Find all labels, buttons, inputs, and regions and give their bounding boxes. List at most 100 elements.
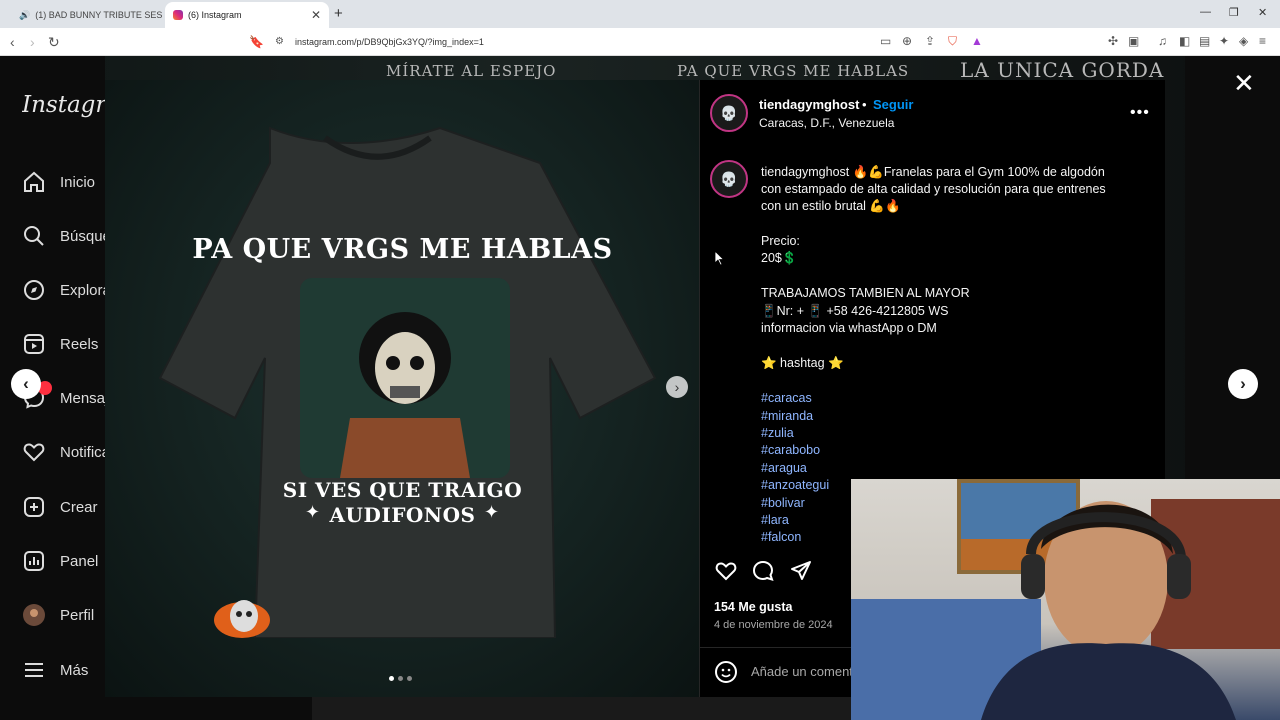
- hashtag-link[interactable]: #falcon: [761, 529, 801, 546]
- hashtag-link[interactable]: #aragua: [761, 460, 807, 477]
- close-tab-icon[interactable]: ✕: [311, 8, 321, 22]
- extensions-icon[interactable]: ✣: [1108, 34, 1118, 48]
- caption-avatar[interactable]: 💀: [710, 160, 748, 198]
- hashtag-link[interactable]: #miranda: [761, 408, 813, 425]
- vpn-icon[interactable]: ◈: [1239, 34, 1248, 48]
- hashtag-link[interactable]: #anzoategui: [761, 477, 829, 494]
- thumbnail-strip: [312, 697, 882, 720]
- post-author-username[interactable]: tiendagymghost: [759, 97, 859, 112]
- caption-line: 20$💲: [761, 251, 798, 265]
- sidebar-item-explore[interactable]: Explorar: [22, 275, 105, 305]
- sidebar-item-reels[interactable]: Reels: [22, 329, 105, 359]
- shirt-top-text: PA QUE VRGS ME HABLAS: [192, 234, 613, 265]
- background-title: MÍRATE AL ESPEJO: [386, 62, 557, 80]
- music-icon[interactable]: ♫: [1158, 34, 1167, 48]
- close-window-icon[interactable]: ✕: [1258, 6, 1267, 19]
- next-post-button[interactable]: ›: [1228, 369, 1258, 399]
- site-info-icon[interactable]: ⚙: [275, 33, 284, 51]
- next-slide-button[interactable]: ›: [666, 376, 688, 398]
- caption-line: 📱Nr: + 📱 +58 426-4212805 WS: [761, 304, 949, 318]
- comment-icon[interactable]: [751, 559, 775, 583]
- instagram-favicon-icon: [173, 10, 183, 20]
- sidebar-item-panel[interactable]: Panel: [22, 546, 105, 576]
- mouse-cursor-icon: [715, 251, 725, 266]
- hashtag-link[interactable]: #lara: [761, 512, 789, 529]
- like-count[interactable]: 154 Me gusta: [714, 600, 793, 614]
- share-icon[interactable]: ⇪: [925, 34, 935, 48]
- slide-dot-active: [389, 676, 394, 681]
- sidebar-icon[interactable]: ◧: [1179, 34, 1190, 48]
- background-title: LA UNICA GORDA: [960, 58, 1165, 82]
- forward-icon[interactable]: ›: [30, 33, 35, 51]
- hashtag-link[interactable]: #zulia: [761, 425, 794, 442]
- tab-title: (6) Instagram: [188, 10, 242, 20]
- skull-logo-icon: 💀: [720, 104, 738, 121]
- sidebar-item-label: Panel: [60, 552, 99, 570]
- more-options-icon[interactable]: •••: [1130, 104, 1150, 122]
- post-location[interactable]: Caracas, D.F., Venezuela: [759, 116, 894, 130]
- like-heart-icon[interactable]: [714, 559, 738, 583]
- brave-rewards-icon[interactable]: ▲: [971, 34, 983, 48]
- browser-nav-bar: [0, 28, 1280, 56]
- minimize-icon[interactable]: —: [1200, 6, 1211, 18]
- emoji-icon[interactable]: [714, 660, 738, 684]
- caption-line: con estampado de alta calidad y resoluci…: [761, 182, 1106, 196]
- wallet-icon[interactable]: ▤: [1199, 34, 1210, 48]
- browser-tab-youtube[interactable]: 🔊 (1) BAD BUNNY TRIBUTE SESSION: [6, 2, 162, 28]
- back-icon[interactable]: ‹: [10, 33, 15, 51]
- profile-icon: [23, 604, 45, 626]
- caption-line: tiendagymghost 🔥💪Franelas para el Gym 10…: [761, 165, 1105, 179]
- sidebar-item-label: Notificaciones: [60, 443, 105, 461]
- sidebar-item-label: Inicio: [60, 173, 96, 191]
- share-icon[interactable]: [789, 559, 813, 583]
- leo-ai-icon[interactable]: ✦: [1219, 34, 1229, 48]
- menu-icon[interactable]: ≡: [1259, 34, 1266, 48]
- new-tab-button[interactable]: +: [334, 5, 343, 22]
- sidebar-item-profile[interactable]: Perfil: [22, 600, 105, 630]
- address-bar[interactable]: instagram.com/p/DB9QbjGx3YQ/?img_index=1: [295, 37, 484, 47]
- panel-icon: [24, 551, 44, 571]
- home-icon: [24, 171, 44, 192]
- browser-tab-instagram[interactable]: (6) Instagram ✕: [165, 2, 329, 28]
- brand-logo: [214, 600, 270, 638]
- hashtag-link[interactable]: #bolivar: [761, 495, 805, 512]
- caption-line: informacion via whastApp o DM: [761, 321, 937, 335]
- audio-icon: 🔊: [19, 9, 31, 20]
- sidebar-item-label: Explorar: [60, 281, 105, 299]
- sidebar-item-label: Mensajes: [60, 389, 105, 407]
- shirt-bottom-text: SI VES QUE TRAIGO: [282, 478, 523, 502]
- caption-line: con un estilo brutal 💪🔥: [761, 199, 901, 213]
- caption-line: Precio:: [761, 234, 800, 248]
- close-modal-icon[interactable]: ✕: [1233, 70, 1255, 96]
- hashtag-link[interactable]: #caracas: [761, 390, 812, 407]
- hashtag-link[interactable]: #carabobo: [761, 442, 820, 459]
- sidebar-item-more[interactable]: Más: [22, 655, 105, 685]
- author-avatar[interactable]: 💀: [710, 94, 748, 132]
- sidebar-item-home[interactable]: Inicio: [22, 167, 105, 197]
- sidebar-item-notifications[interactable]: Notificaciones: [22, 437, 105, 467]
- sidebar-item-label: Reels: [60, 335, 99, 353]
- skull-logo-icon: 💀: [720, 170, 738, 187]
- caption-line: ⭐ hashtag ⭐: [761, 356, 844, 370]
- sparkle-icon: ✦: [484, 502, 500, 522]
- reels-icon: [24, 334, 44, 354]
- menu-icon: [25, 663, 43, 677]
- shirt-bottom-text: AUDIFONOS: [329, 503, 476, 527]
- brave-shield-icon[interactable]: ⛉: [948, 34, 957, 49]
- bookmark-icon[interactable]: 🔖: [249, 33, 264, 51]
- cast-icon[interactable]: ▭: [880, 34, 891, 48]
- follow-button[interactable]: Seguir: [873, 97, 913, 112]
- instagram-logo[interactable]: Instagram: [22, 92, 106, 118]
- reload-icon[interactable]: ↻: [48, 33, 60, 51]
- restore-icon[interactable]: ❐: [1229, 6, 1239, 19]
- slide-dot: [407, 676, 412, 681]
- explore-icon: [24, 280, 44, 300]
- zoom-icon[interactable]: ⊕: [902, 34, 912, 48]
- previous-post-button[interactable]: ‹: [11, 369, 41, 399]
- slide-dot: [398, 676, 403, 681]
- screenshot-icon[interactable]: ▣: [1128, 34, 1139, 48]
- tshirt-image: [158, 126, 657, 638]
- webcam-person-image: [851, 479, 1280, 720]
- sidebar-item-label: Más: [60, 661, 89, 679]
- heart-icon: [23, 443, 45, 462]
